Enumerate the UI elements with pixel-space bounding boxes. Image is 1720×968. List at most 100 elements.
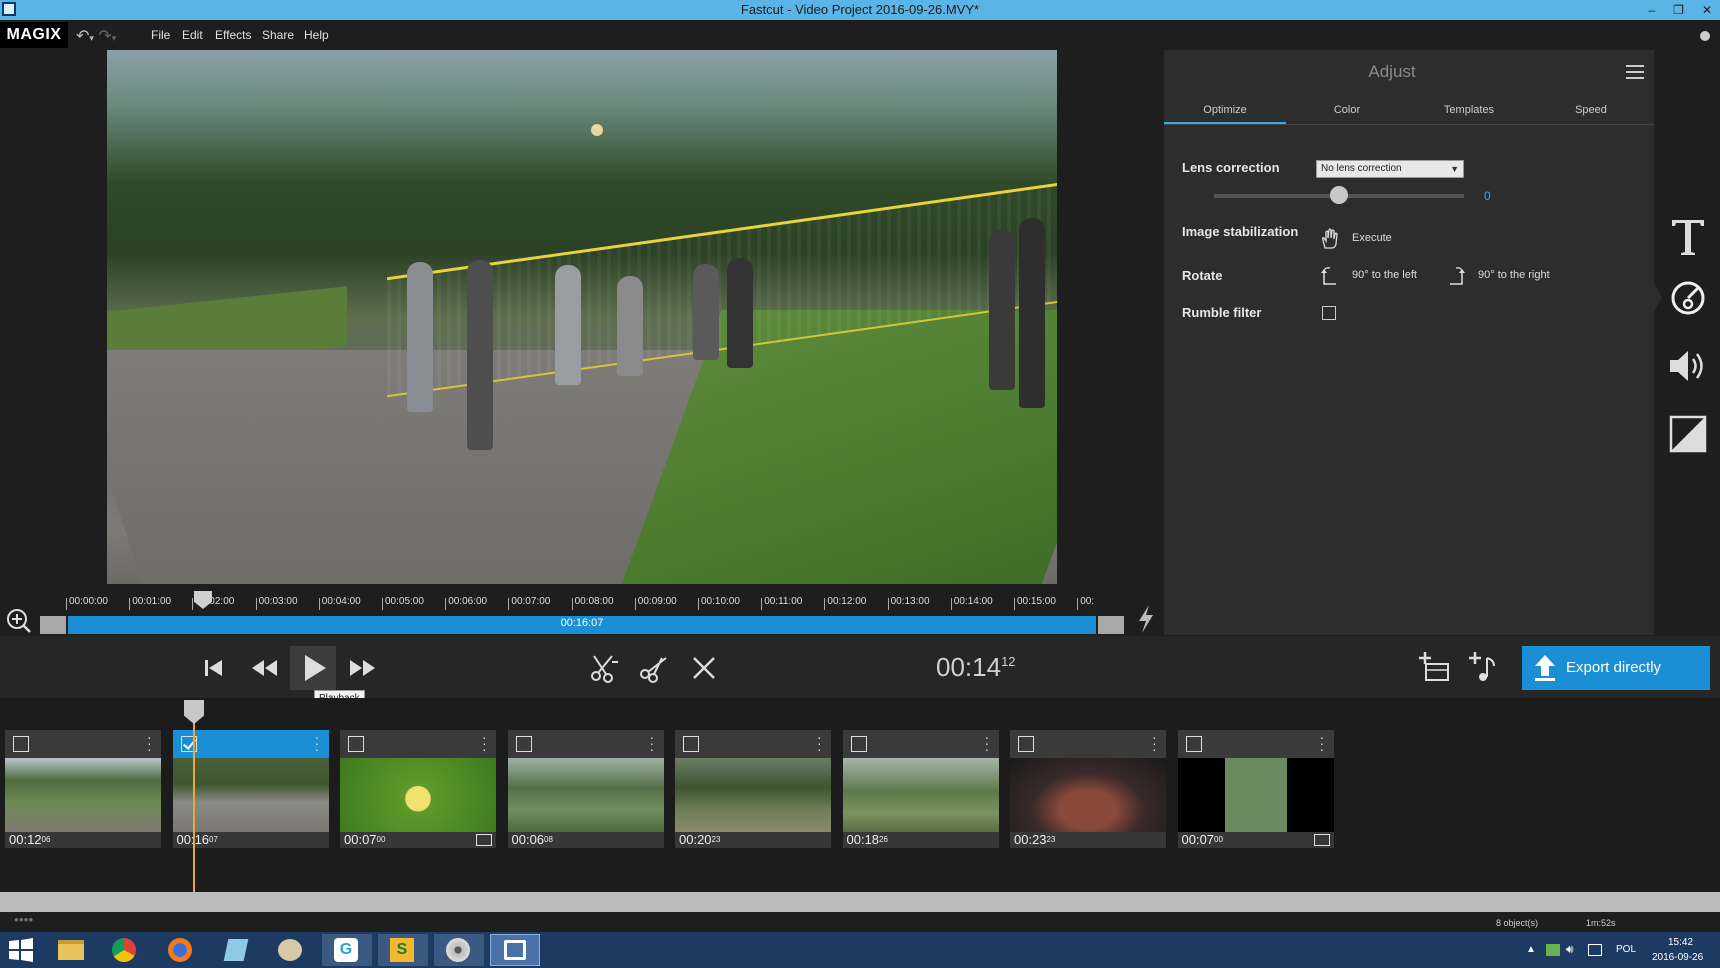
input-language[interactable]: POL xyxy=(1616,944,1636,955)
clip-more-icon[interactable]: · · · xyxy=(482,730,487,756)
menu-help[interactable]: Help xyxy=(304,28,329,42)
clip-thumbnail[interactable] xyxy=(5,758,161,832)
tray-expand-icon[interactable]: ▲ xyxy=(1526,944,1536,955)
sheets-icon[interactable]: S xyxy=(378,934,428,966)
clip-thumbnail[interactable] xyxy=(675,758,831,832)
volume-icon[interactable]: 🔊︎ xyxy=(1566,942,1574,957)
lens-correction-slider-knob[interactable] xyxy=(1330,186,1348,204)
lens-correction-select[interactable]: No lens correction ▼ xyxy=(1316,160,1464,178)
paint-icon[interactable] xyxy=(266,934,316,966)
firefox-icon[interactable] xyxy=(156,934,206,966)
range-start-handle[interactable] xyxy=(40,616,66,634)
clip-thumbnail[interactable] xyxy=(1010,758,1166,832)
rotate-left-button[interactable]: 90° to the left xyxy=(1352,269,1417,281)
transition-tool-icon[interactable] xyxy=(1664,410,1712,458)
close-button[interactable]: ✕ xyxy=(1702,0,1712,20)
tab-color[interactable]: Color xyxy=(1292,104,1402,116)
hamburger-menu-icon[interactable] xyxy=(1626,64,1644,80)
timeline-playhead[interactable] xyxy=(193,720,195,892)
clip-header[interactable]: · · · xyxy=(842,730,999,758)
menu-file[interactable]: File xyxy=(151,28,170,42)
tray-app-icon[interactable] xyxy=(1546,944,1560,956)
clip-more-icon[interactable]: · · · xyxy=(817,730,822,756)
clip-thumbnail[interactable] xyxy=(1177,758,1334,832)
timeline-clip[interactable]: ··· 00:1607 xyxy=(172,730,329,848)
range-end-handle[interactable] xyxy=(1098,616,1124,634)
rewind-icon[interactable] xyxy=(246,650,282,686)
redo-dropdown-icon[interactable]: ▾ xyxy=(112,33,117,43)
clip-thumbnail[interactable] xyxy=(340,758,496,832)
clock-date[interactable]: 2016-09-26 xyxy=(1652,952,1703,963)
tab-templates[interactable]: Templates xyxy=(1414,104,1524,116)
adjust-tool-icon[interactable] xyxy=(1664,274,1712,322)
delete-x-icon[interactable] xyxy=(686,650,722,686)
clip-more-icon[interactable]: · · · xyxy=(1320,730,1325,756)
clip-more-icon[interactable]: · · · xyxy=(650,730,655,756)
text-tool-icon[interactable] xyxy=(1664,212,1712,260)
clip-thumbnail[interactable] xyxy=(842,758,999,832)
timeline-clip[interactable]: · · · 00:0700 xyxy=(1177,730,1334,848)
timeline-scrollbar[interactable] xyxy=(0,892,1720,912)
clip-checkbox[interactable] xyxy=(850,736,867,752)
windows-start-icon[interactable] xyxy=(8,938,34,962)
clip-more-icon[interactable]: · · · xyxy=(315,730,320,756)
clip-thumbnail[interactable] xyxy=(172,758,329,832)
clip-header[interactable]: · · · xyxy=(340,730,496,758)
timeline-clip[interactable]: · · · 00:1826 xyxy=(842,730,999,848)
minimize-button[interactable]: – xyxy=(1648,0,1655,20)
clip-more-icon[interactable]: · · · xyxy=(985,730,990,756)
zoom-in-icon[interactable] xyxy=(4,606,32,634)
split-scissors-icon[interactable] xyxy=(586,650,622,686)
disc-burner-icon[interactable] xyxy=(434,934,484,966)
chrome-icon[interactable] xyxy=(100,934,150,966)
fast-forward-icon[interactable] xyxy=(345,650,381,686)
notepad-icon[interactable] xyxy=(212,934,262,966)
clip-checkbox[interactable] xyxy=(515,736,532,752)
export-directly-button[interactable]: Export directly xyxy=(1522,646,1710,690)
clip-header[interactable]: · · · xyxy=(1010,730,1166,758)
clock-time[interactable]: 15:42 xyxy=(1668,937,1693,948)
redo-icon[interactable]: ↷ xyxy=(98,28,111,45)
greenshot-icon[interactable]: G xyxy=(322,934,372,966)
clip-header[interactable]: · · · xyxy=(5,730,161,758)
clip-checkbox[interactable] xyxy=(13,736,29,752)
timeline-clip[interactable]: · · · 00:2023 xyxy=(675,730,831,848)
cut-scissors-icon[interactable] xyxy=(636,650,672,686)
network-icon[interactable] xyxy=(1588,944,1602,956)
tab-speed[interactable]: Speed xyxy=(1536,104,1646,116)
menu-share[interactable]: Share xyxy=(262,28,294,42)
rotate-right-button[interactable]: 90° to the right xyxy=(1478,269,1550,281)
video-preview[interactable] xyxy=(107,50,1057,584)
clip-checkbox[interactable] xyxy=(683,736,699,752)
clip-header[interactable]: · · · xyxy=(1177,730,1334,758)
clip-checkbox[interactable] xyxy=(1185,736,1202,752)
undo-icon[interactable]: ↶ xyxy=(76,28,89,45)
rumble-filter-checkbox[interactable] xyxy=(1322,306,1336,320)
rotate-left-icon[interactable] xyxy=(1320,266,1338,286)
undo-dropdown-icon[interactable]: ▾ xyxy=(89,33,94,43)
tab-optimize[interactable]: Optimize xyxy=(1170,104,1280,116)
clip-thumbnail[interactable] xyxy=(507,758,664,832)
add-music-icon[interactable] xyxy=(1466,650,1502,686)
clip-more-icon[interactable]: · · · xyxy=(1152,730,1157,756)
skip-to-start-icon[interactable] xyxy=(196,650,232,686)
clip-more-icon[interactable]: · · · xyxy=(147,730,152,756)
clip-checkbox[interactable] xyxy=(348,736,364,752)
menu-edit[interactable]: Edit xyxy=(182,28,203,42)
timeline-clip[interactable]: · · · 00:0608 xyxy=(507,730,664,848)
lightning-icon[interactable] xyxy=(1136,604,1156,634)
fastcut-taskbar-icon[interactable] xyxy=(490,934,540,966)
add-video-icon[interactable] xyxy=(1416,650,1452,686)
clip-header[interactable]: · · · xyxy=(507,730,664,758)
resize-grip-icon[interactable]: ●●●● xyxy=(14,915,33,924)
play-button[interactable] xyxy=(290,646,336,690)
file-explorer-icon[interactable] xyxy=(46,934,96,966)
clip-header[interactable]: · · · xyxy=(172,730,329,758)
timeline-clip[interactable]: · · · 00:0700 xyxy=(340,730,496,848)
clip-checkbox[interactable] xyxy=(1018,736,1034,752)
timeline-clip[interactable]: · · · 00:2323 xyxy=(1010,730,1166,848)
timeline-clip[interactable]: · · · 00:1206 xyxy=(5,730,161,848)
rotate-right-icon[interactable] xyxy=(1448,266,1466,286)
clip-header[interactable]: · · · xyxy=(675,730,831,758)
restore-button[interactable]: ❐ xyxy=(1673,0,1684,20)
